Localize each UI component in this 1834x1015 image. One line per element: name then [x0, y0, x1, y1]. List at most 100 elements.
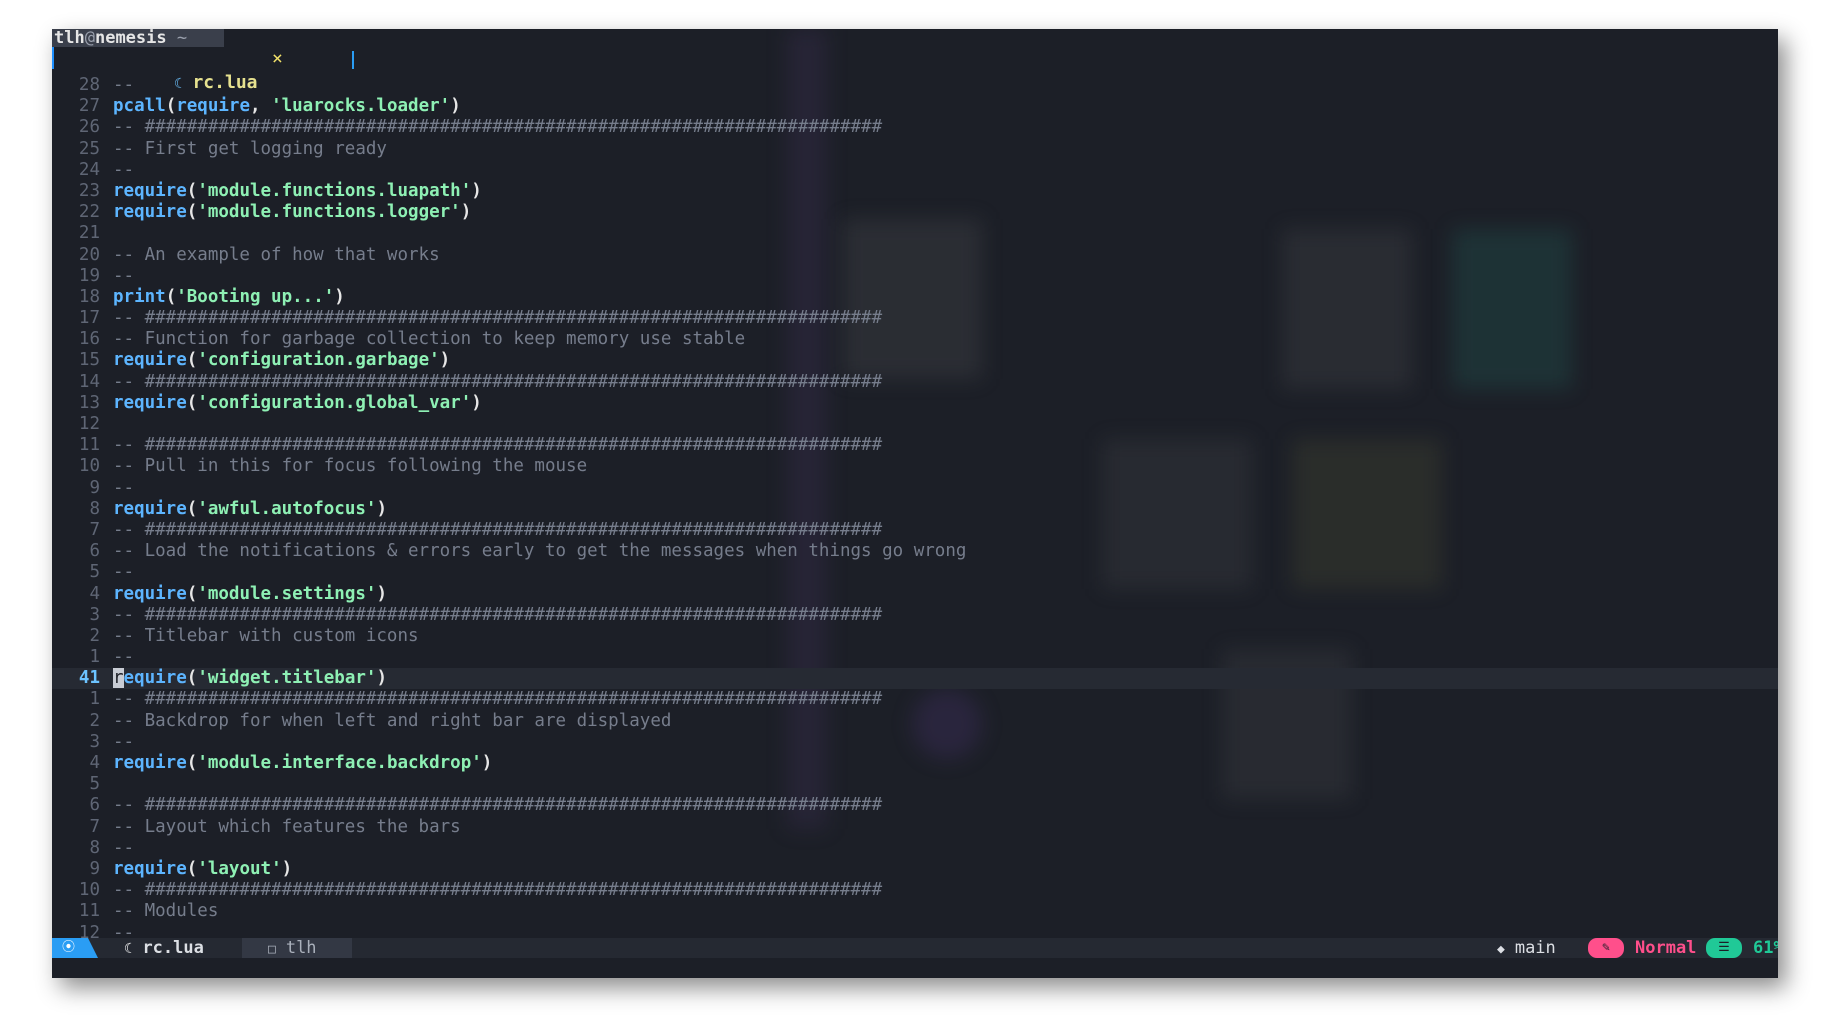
line-number: 6 [89, 795, 100, 816]
line-number: 4 [89, 583, 100, 604]
line-number: 18 [78, 286, 100, 307]
code-token: 'module.functions.logger' [197, 202, 461, 223]
line-source: -- #####################################… [113, 520, 882, 541]
line-number: 2 [89, 710, 100, 731]
code-token: -- Titlebar with custom icons [113, 625, 419, 646]
code-line[interactable]: 28 -- [52, 75, 1778, 96]
line-number: 5 [89, 562, 100, 583]
statusline-file: ☾ rc.lua [124, 938, 204, 958]
code-token: require [113, 858, 187, 879]
code-line[interactable]: 4 require('module.interface.backdrop') [52, 753, 1778, 774]
line-number: 19 [78, 265, 100, 286]
code-token: -- Pull in this for focus following the … [113, 456, 588, 477]
line-source: -- Backdrop for when left and right bar … [113, 711, 671, 732]
code-line[interactable]: 17 -- ###################################… [52, 308, 1778, 329]
code-line[interactable]: 21 [52, 223, 1778, 244]
line-number: 15 [78, 350, 100, 371]
code-line[interactable]: 24 -- [52, 160, 1778, 181]
code-line[interactable]: 23 require('module.functions.luapath') [52, 181, 1778, 202]
line-number: 8 [89, 837, 100, 858]
code-line[interactable]: 7 -- Layout which features the bars [52, 817, 1778, 838]
code-line[interactable]: 2 -- Backdrop for when left and right bar… [52, 711, 1778, 732]
line-number: 13 [78, 392, 100, 413]
line-source: pcall(require, 'luarocks.loader') [113, 96, 461, 117]
code-token: 'module.settings' [197, 583, 377, 604]
code-line-current[interactable]: 41 require('widget.titlebar') [52, 668, 1778, 690]
line-number: 20 [78, 244, 100, 265]
close-icon[interactable]: × [272, 47, 283, 71]
code-line[interactable]: 26 -- ###################################… [52, 117, 1778, 138]
code-token: -- First get logging ready [113, 138, 387, 159]
code-token: -- #####################################… [113, 371, 883, 392]
code-line[interactable]: 9 require('layout') [52, 859, 1778, 880]
buffer-tab-rc-lua[interactable]: ☾ rc.lua × [109, 47, 354, 93]
code-line[interactable]: 6 -- Load the notifications & errors earl… [52, 541, 1778, 562]
code-token: equire [123, 668, 187, 689]
line-number: 3 [89, 731, 100, 752]
code-line[interactable]: 20 -- An example of how that works [52, 245, 1778, 266]
code-token: ( [165, 96, 177, 117]
text-cursor: r [113, 668, 124, 689]
code-editor[interactable]: 28 -- 27 pcall(require, 'luarocks.loader') 2… [52, 75, 1778, 944]
position-pill-icon: ☰ [1706, 938, 1742, 958]
line-source: -- [113, 647, 134, 668]
vim-mode-icon: ⦿ [62, 940, 76, 955]
tabline-edge [52, 47, 54, 69]
line-number: 24 [78, 159, 100, 180]
code-line[interactable]: 3 -- [52, 732, 1778, 753]
code-line[interactable]: 12 [52, 414, 1778, 435]
line-number: 17 [78, 308, 100, 329]
code-line[interactable]: 19 -- [52, 266, 1778, 287]
code-token: -- [113, 477, 135, 498]
code-line[interactable]: 18 print('Booting up...') [52, 287, 1778, 308]
code-line[interactable]: 5 [52, 774, 1778, 795]
code-line[interactable]: 9 -- [52, 478, 1778, 499]
code-line[interactable]: 10 -- ###################################… [52, 880, 1778, 901]
code-line[interactable]: 10 -- Pull in this for focus following th… [52, 456, 1778, 477]
code-line[interactable]: 25 -- First get logging ready [52, 139, 1778, 160]
line-source: -- [113, 266, 134, 287]
code-line[interactable]: 3 -- ####################################… [52, 605, 1778, 626]
code-token: -- [113, 75, 135, 95]
code-line[interactable]: 1 -- ####################################… [52, 689, 1778, 710]
code-line[interactable]: 2 -- Titlebar with custom icons [52, 626, 1778, 647]
code-line[interactable]: 1 -- [52, 647, 1778, 668]
code-token: ) [460, 202, 472, 223]
line-source: require('widget.titlebar') [113, 668, 387, 689]
code-token: -- [113, 562, 135, 583]
code-line[interactable]: 4 require('module.settings') [52, 584, 1778, 605]
terminal-window: tlh@nemesis ~ ☾ rc.lua × 28 -- 27 pcall(requ… [52, 29, 1778, 978]
line-source: require('module.interface.backdrop') [113, 753, 492, 774]
line-number: 4 [89, 753, 100, 773]
code-line[interactable]: 8 -- [52, 838, 1778, 859]
code-token: 'module.interface.backdrop' [197, 753, 482, 773]
code-token: ( [186, 858, 198, 879]
line-source: require('module.functions.logger') [113, 202, 471, 223]
terminal-titlebar: tlh@nemesis ~ [52, 29, 224, 47]
code-line[interactable]: 5 -- [52, 562, 1778, 583]
line-number: 1 [89, 689, 100, 710]
line-source: -- Layout which features the bars [113, 817, 461, 838]
code-line[interactable]: 27 pcall(require, 'luarocks.loader') [52, 96, 1778, 117]
code-line[interactable]: 11 -- ###################################… [52, 435, 1778, 456]
line-number: 27 [78, 96, 100, 117]
code-token: 'Booting up...' [176, 286, 335, 307]
line-number: 5 [89, 774, 100, 795]
code-line[interactable]: 11 -- Modules [52, 901, 1778, 922]
code-line[interactable]: 6 -- ####################################… [52, 795, 1778, 816]
code-token: ( [186, 202, 198, 223]
line-source: require('module.functions.luapath') [113, 181, 482, 202]
code-line[interactable]: 22 require('module.functions.logger') [52, 202, 1778, 223]
code-line[interactable]: 14 -- ###################################… [52, 372, 1778, 393]
buffer-tabline: ☾ rc.lua × [52, 47, 1778, 93]
code-token: ) [376, 498, 387, 519]
code-line[interactable]: 15 require('configuration.garbage') [52, 350, 1778, 371]
code-line[interactable]: 8 require('awful.autofocus') [52, 499, 1778, 520]
code-line[interactable]: 16 -- Function for garbage collection to … [52, 329, 1778, 350]
code-line[interactable]: 7 -- ####################################… [52, 520, 1778, 541]
code-line[interactable]: 13 require('configuration.global_var') [52, 393, 1778, 414]
line-source: -- Pull in this for focus following the … [113, 456, 587, 477]
code-token: ) [439, 350, 451, 371]
code-token: -- [113, 731, 135, 752]
line-source: require('configuration.global_var') [113, 393, 482, 414]
